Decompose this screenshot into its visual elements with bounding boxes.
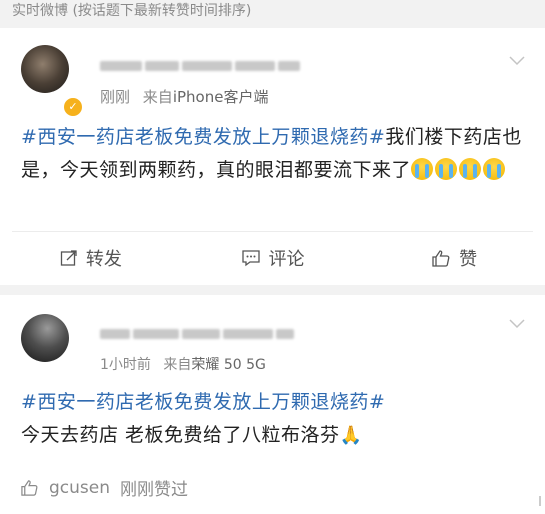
thumbs-up-icon <box>21 479 38 496</box>
repost-icon <box>60 250 77 266</box>
like-status: 刚刚赞过 <box>120 480 189 500</box>
avatar[interactable] <box>21 314 69 362</box>
comment-icon <box>241 250 260 267</box>
topic-link[interactable]: #西安一药店老板免费发放上万颗退烧药# <box>21 126 385 148</box>
username-blurred[interactable] <box>100 61 300 71</box>
liked-by-user[interactable]: gcusen <box>49 478 110 498</box>
action-bar: 转发 评论 赞 <box>0 232 545 284</box>
comment-button[interactable]: 评论 <box>182 232 364 284</box>
source-prefix: 来自 <box>142 88 173 106</box>
username-blurred[interactable] <box>100 329 294 339</box>
post-source: 荣耀 50 5G <box>191 357 266 373</box>
post-card-1[interactable]: ✓ 刚刚 来自iPhone客户端 #西安一药店老板免费发放上万颗退烧药#我们楼下… <box>0 28 545 285</box>
post-text: #西安一药店老板免费发放上万颗退烧药# 今天去药店 老板免费给了八粒布洛芬🙏 <box>21 386 527 452</box>
section-header: 实时微博 (按话题下最新转赞时间排序) <box>0 0 545 28</box>
thumbs-up-icon <box>432 249 450 267</box>
repost-button[interactable]: 转发 <box>0 232 182 284</box>
like-button[interactable]: 赞 <box>363 232 545 284</box>
source-prefix: 来自 <box>163 357 192 373</box>
post-card-2[interactable]: 1小时前 来自荣耀 50 5G #西安一药店老板免费发放上万颗退烧药# 今天去药… <box>0 295 545 514</box>
post-source: iPhone客户端 <box>172 88 269 106</box>
chevron-down-icon[interactable] <box>509 56 525 66</box>
scrollbar[interactable] <box>539 496 541 506</box>
praying-hands-emoji: 🙏 <box>339 425 363 446</box>
avatar[interactable] <box>21 45 69 93</box>
post-body: 今天去药店 老板免费给了八粒布洛芬 <box>21 424 340 446</box>
crying-face-emoji <box>411 158 507 181</box>
post-meta: 1小时前 来自荣耀 50 5G <box>100 354 266 374</box>
chevron-down-icon[interactable] <box>509 319 525 329</box>
topic-link[interactable]: #西安一药店老板免费发放上万颗退烧药# <box>21 386 527 419</box>
post-meta: 刚刚 来自iPhone客户端 <box>100 86 268 107</box>
post-time: 1小时前 <box>100 357 151 373</box>
post-time: 刚刚 <box>100 88 131 106</box>
recent-like-line: gcusen 刚刚赞过 <box>20 475 188 500</box>
verified-badge-icon: ✓ <box>62 96 84 118</box>
post-text: #西安一药店老板免费发放上万颗退烧药#我们楼下药店也是，今天领到两颗药，真的眼泪… <box>21 121 527 187</box>
